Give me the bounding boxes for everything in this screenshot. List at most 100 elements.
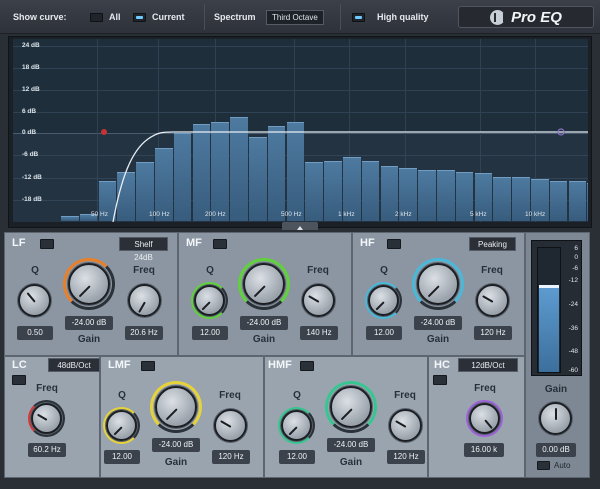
hc-mode-select[interactable]: 12dB/Oct bbox=[458, 358, 518, 372]
lf-freq-knob[interactable] bbox=[128, 284, 161, 317]
high-quality-label: High quality bbox=[377, 12, 429, 22]
hmf-q-knob[interactable] bbox=[281, 410, 312, 441]
auto-toggle[interactable]: Auto bbox=[537, 461, 570, 470]
hf-gain-knob[interactable] bbox=[417, 263, 459, 305]
high-quality-toggle[interactable]: High quality bbox=[352, 0, 429, 34]
hf-gain-label: Gain bbox=[426, 334, 450, 345]
eq-graph[interactable]: 24 dB 18 dB 12 dB 6 dB 0 dB -6 dB -12 dB… bbox=[13, 39, 588, 222]
eq-curve bbox=[101, 128, 588, 222]
hf-freq-knob[interactable] bbox=[476, 284, 509, 317]
hf-q-label: Q bbox=[380, 265, 388, 276]
mf-gain-value[interactable]: -24.00 dB bbox=[240, 316, 288, 330]
lc-freq-knob[interactable] bbox=[31, 403, 62, 434]
lmf-gain-value[interactable]: -24.00 dB bbox=[152, 438, 200, 452]
mf-title: MF bbox=[186, 237, 202, 249]
lc-freq-value[interactable]: 60.2 Hz bbox=[28, 443, 66, 457]
x-label: 500 Hz bbox=[281, 211, 302, 218]
lmf-q-label: Q bbox=[118, 390, 126, 401]
lmf-gain-knob[interactable] bbox=[155, 386, 197, 428]
meter-fill bbox=[539, 288, 559, 372]
mf-q-value[interactable]: 12.00 bbox=[192, 326, 228, 340]
x-label: 5 kHz bbox=[470, 211, 487, 218]
auto-label: Auto bbox=[554, 461, 571, 470]
current-label: Current bbox=[152, 12, 185, 22]
mf-q-knob[interactable] bbox=[194, 285, 225, 316]
x-label: 50 Hz bbox=[91, 211, 108, 218]
hf-q-value[interactable]: 12.00 bbox=[366, 326, 402, 340]
y-label: 18 dB bbox=[22, 64, 40, 71]
lf-freq-value[interactable]: 20.6 Hz bbox=[125, 326, 163, 340]
hmf-freq-value[interactable]: 120 Hz bbox=[387, 450, 425, 464]
all-led-icon bbox=[90, 12, 103, 22]
show-all-toggle[interactable]: All bbox=[90, 0, 121, 34]
show-curve-label: Show curve: bbox=[13, 12, 67, 22]
hf-mode-select[interactable]: Peaking bbox=[469, 237, 516, 251]
toolbar: Show curve: All Current Spectrum Third O… bbox=[0, 0, 600, 34]
hmf-gain-knob[interactable] bbox=[330, 386, 372, 428]
hc-freq-knob[interactable] bbox=[469, 403, 500, 434]
hmf-q-label: Q bbox=[293, 390, 301, 401]
hf-freq-label: Freq bbox=[481, 265, 503, 276]
lc-node[interactable] bbox=[101, 129, 107, 135]
lmf-title: LMF bbox=[108, 359, 131, 371]
hf-gain-value[interactable]: -24.00 dB bbox=[414, 316, 462, 330]
logo-text: Pro EQ bbox=[511, 8, 562, 26]
hf-q-knob[interactable] bbox=[368, 285, 399, 316]
meter-label: -60 bbox=[568, 367, 578, 374]
current-led-icon bbox=[133, 12, 146, 22]
x-label: 10 kHz bbox=[525, 211, 546, 218]
meter-label: -12 bbox=[568, 277, 578, 284]
y-label: -6 dB bbox=[22, 151, 39, 158]
output-gain-value[interactable]: 0.00 dB bbox=[536, 443, 576, 457]
x-label: 100 Hz bbox=[149, 211, 170, 218]
meter-label: -48 bbox=[568, 348, 578, 355]
x-label: 2 kHz bbox=[395, 211, 412, 218]
y-label: -18 dB bbox=[22, 196, 42, 203]
meter-label: -6 bbox=[572, 265, 578, 272]
lmf-freq-knob[interactable] bbox=[214, 409, 247, 442]
pro-eq-logo: Pro EQ bbox=[458, 6, 594, 28]
mf-freq-label: Freq bbox=[307, 265, 329, 276]
lmf-gain-label: Gain bbox=[164, 457, 188, 468]
hf-freq-value[interactable]: 120 Hz bbox=[474, 326, 512, 340]
meter-label: 0 bbox=[574, 254, 578, 261]
presonus-logo-icon bbox=[490, 9, 506, 25]
hmf-q-value[interactable]: 12.00 bbox=[279, 450, 315, 464]
lmf-q-value[interactable]: 12.00 bbox=[104, 450, 140, 464]
mf-freq-value[interactable]: 140 Hz bbox=[300, 326, 338, 340]
lmf-enable-button[interactable] bbox=[141, 361, 155, 371]
y-label: 12 dB bbox=[22, 86, 40, 93]
hf-enable-button[interactable] bbox=[387, 239, 401, 249]
hmf-gain-label: Gain bbox=[339, 457, 363, 468]
lf-mode-select[interactable]: Shelf 24dB bbox=[119, 237, 168, 262]
lf-q-value[interactable]: 0.50 bbox=[17, 326, 53, 340]
spectrum-select[interactable]: Third Octave bbox=[266, 9, 324, 25]
lf-q-knob[interactable] bbox=[18, 284, 51, 317]
mf-freq-knob[interactable] bbox=[302, 284, 335, 317]
lmf-freq-value[interactable]: 120 Hz bbox=[212, 450, 250, 464]
graph-resize-handle[interactable] bbox=[282, 222, 318, 230]
mf-enable-button[interactable] bbox=[213, 239, 227, 249]
lc-enable-button[interactable] bbox=[12, 375, 26, 385]
y-label: -12 dB bbox=[22, 174, 42, 181]
eq-graph-frame: 24 dB 18 dB 12 dB 6 dB 0 dB -6 dB -12 dB… bbox=[8, 36, 592, 228]
hc-freq-value[interactable]: 16.00 k bbox=[464, 443, 504, 457]
lf-enable-button[interactable] bbox=[40, 239, 54, 249]
auto-led-icon bbox=[537, 461, 550, 470]
hc-enable-button[interactable] bbox=[433, 375, 447, 385]
y-label: 6 dB bbox=[22, 108, 37, 115]
lmf-q-knob[interactable] bbox=[106, 410, 137, 441]
lf-title: LF bbox=[12, 237, 26, 249]
meter-peak bbox=[539, 285, 559, 288]
show-current-toggle[interactable]: Current bbox=[133, 0, 185, 34]
output-gain-knob[interactable] bbox=[539, 402, 572, 435]
hmf-freq-knob[interactable] bbox=[389, 409, 422, 442]
lf-gain-knob[interactable] bbox=[68, 263, 110, 305]
hmf-gain-value[interactable]: -24.00 dB bbox=[327, 438, 375, 452]
x-label: 1 kHz bbox=[338, 211, 355, 218]
lf-gain-value[interactable]: -24.00 dB bbox=[65, 316, 113, 330]
mf-q-label: Q bbox=[206, 265, 214, 276]
lc-mode-select[interactable]: 48dB/Oct bbox=[48, 358, 100, 372]
hmf-enable-button[interactable] bbox=[300, 361, 314, 371]
mf-gain-knob[interactable] bbox=[243, 263, 285, 305]
